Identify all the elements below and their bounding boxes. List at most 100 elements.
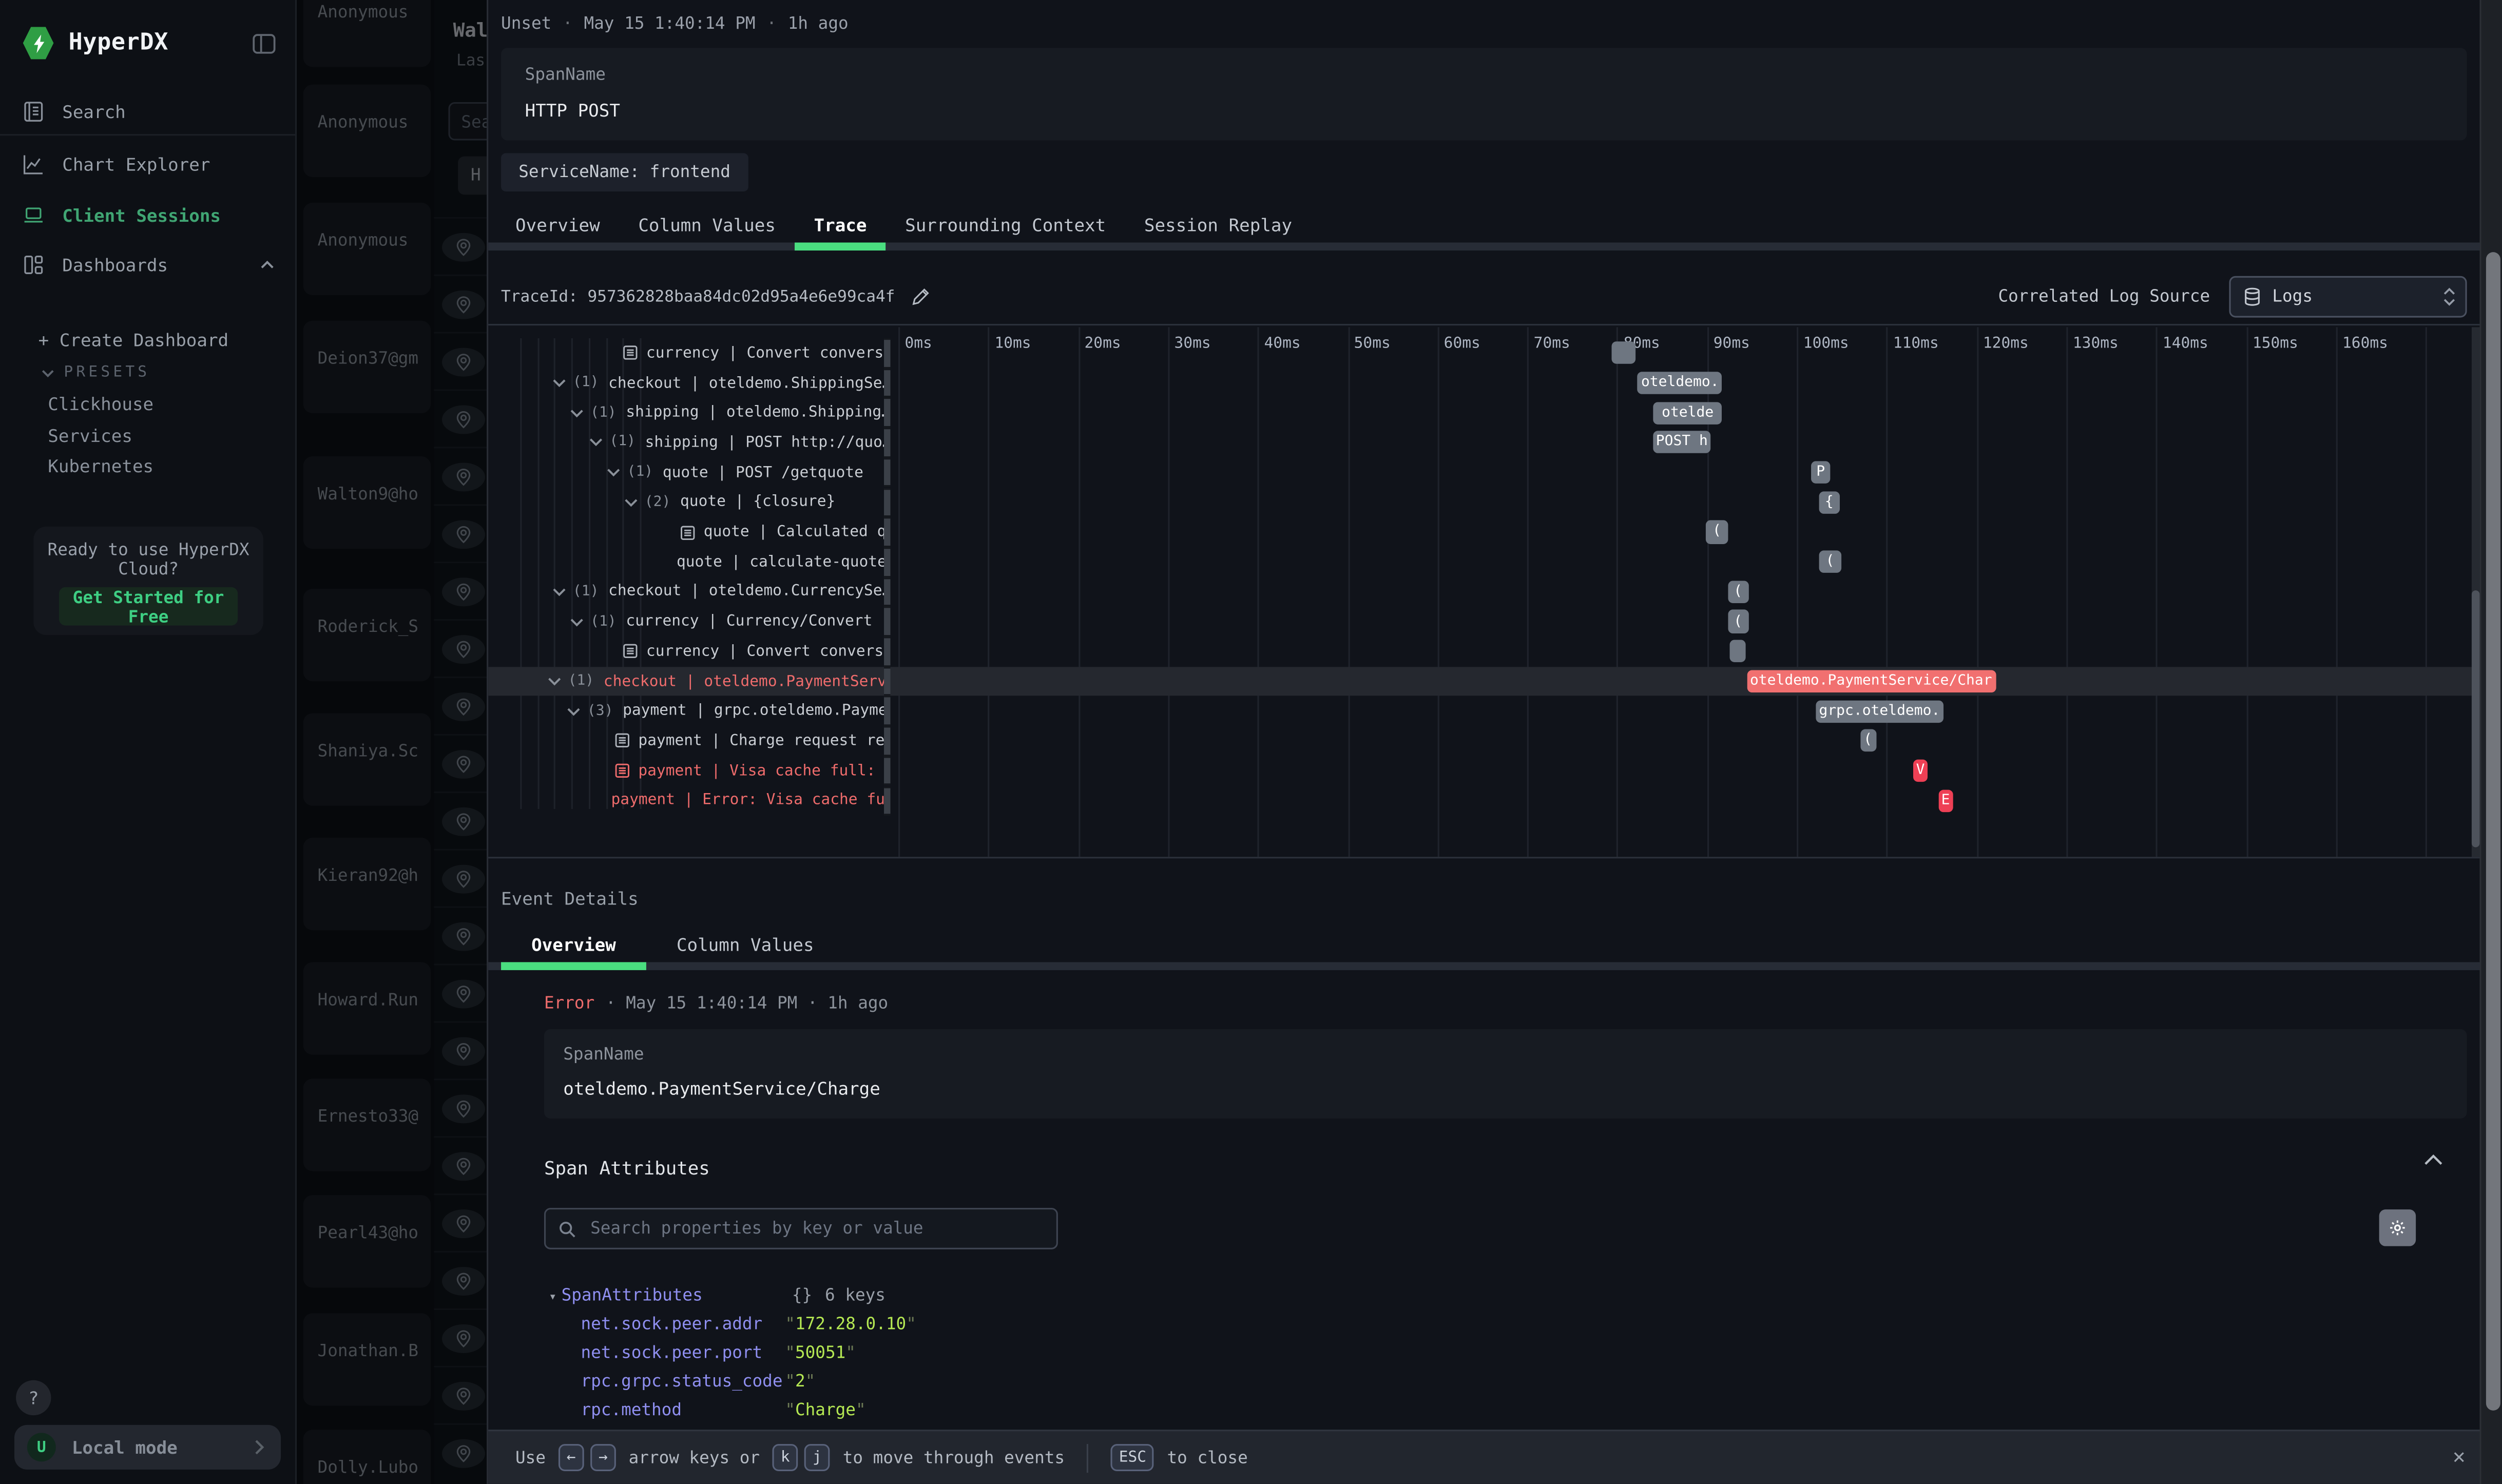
span-duration-bar[interactable]: oteldemo. — [1638, 372, 1723, 394]
span-duration-bar[interactable]: ( — [1860, 729, 1876, 752]
sidebar-item-client-sessions[interactable]: Client Sessions — [0, 193, 297, 238]
span-duration-bar[interactable]: oteldemo.PaymentService/Char — [1746, 670, 1995, 692]
span-duration-bar[interactable] — [1730, 640, 1746, 663]
sidebar-item-chart-explorer[interactable]: Chart Explorer — [0, 142, 297, 187]
gear-icon[interactable] — [2379, 1209, 2416, 1246]
presets-header[interactable]: PRESETS — [42, 364, 150, 381]
sidebar-item-dashboards[interactable]: Dashboards — [0, 242, 297, 287]
attributes-search-input[interactable] — [587, 1218, 1025, 1240]
trace-span-row[interactable]: (1)checkout | oteldemo.PaymentServi…otel… — [488, 666, 2472, 696]
trace-span-row[interactable]: quote | calculate-quote( — [488, 547, 2472, 577]
service-name-badge[interactable]: ServiceName: frontend — [501, 153, 748, 191]
trace-span-row[interactable]: payment | Error: Visa cache ful…E — [488, 786, 2472, 816]
chevron-down-icon[interactable] — [566, 706, 581, 716]
quote-mark: " — [785, 1401, 795, 1420]
scrollbar-thumb[interactable] — [2485, 252, 2499, 1411]
trace-span-row[interactable]: (1)currency | Currency/Convert ( — [488, 607, 2472, 637]
trace-span-row[interactable]: payment | Visa cache full: c…V — [488, 756, 2472, 786]
span-duration-bar[interactable]: V — [1913, 760, 1928, 782]
attribute-row[interactable]: net.sock.peer.port"50051" — [549, 1339, 1985, 1367]
trace-span-row[interactable]: currency | Convert convers… — [488, 637, 2472, 666]
span-name-card: SpanName HTTP POST — [501, 48, 2467, 140]
close-icon[interactable]: ✕ — [2453, 1446, 2465, 1470]
attribute-key[interactable]: net.sock.peer.addr — [581, 1315, 785, 1334]
correlated-log-source-label: Correlated Log Source — [1998, 287, 2210, 306]
trace-span-row[interactable]: (1)checkout | oteldemo.ShippingSe…otelde… — [488, 368, 2472, 398]
span-duration-bar[interactable]: ( — [1819, 551, 1841, 573]
span-duration-bar[interactable]: P — [1811, 461, 1831, 484]
help-button[interactable]: ? — [16, 1380, 51, 1415]
span-duration-bar[interactable]: POST h — [1653, 431, 1710, 454]
event-details-tab-overview[interactable]: Overview — [501, 930, 646, 962]
preset-item-clickhouse[interactable]: Clickhouse — [48, 394, 153, 415]
chevron-down-icon[interactable] — [570, 617, 584, 627]
tab-trace[interactable]: Trace — [795, 210, 886, 242]
get-started-button[interactable]: Get Started for Free — [59, 587, 238, 626]
trace-span-row[interactable]: (3)payment | grpc.oteldemo.Paymen…grpc.o… — [488, 696, 2472, 726]
chevron-down-icon[interactable] — [570, 408, 584, 418]
chevron-down-icon[interactable] — [552, 378, 567, 388]
tree-expand-icon[interactable]: ▾ — [549, 1288, 556, 1303]
preset-item-kubernetes[interactable]: Kubernetes — [48, 456, 153, 477]
trace-span-row[interactable]: (2)quote | {closure}{ — [488, 488, 2472, 517]
trace-span-row[interactable]: (1)checkout | oteldemo.CurrencySe…( — [488, 577, 2472, 607]
chevron-down-icon[interactable] — [547, 677, 562, 686]
attribute-row[interactable]: net.sock.peer.addr"172.28.0.10" — [549, 1310, 1985, 1339]
attribute-root-row[interactable]: ▾SpanAttributes{}6 keys — [549, 1281, 1985, 1310]
row-minimap-cell — [883, 428, 891, 457]
span-duration-bar[interactable]: E — [1938, 789, 1953, 812]
braces-icon: {} — [792, 1286, 812, 1305]
trace-span-row[interactable]: currency | Convert convers… — [488, 338, 2472, 368]
app-title: HyperDX — [69, 30, 168, 56]
local-mode-menu[interactable]: U Local mode — [14, 1425, 281, 1470]
hyperdx-logo-icon — [23, 26, 54, 61]
attribute-row[interactable]: rpc.grpc.status_code"2" — [549, 1367, 1985, 1396]
tab-column-values[interactable]: Column Values — [619, 210, 795, 242]
create-dashboard-button[interactable]: + Create Dashboard — [39, 330, 229, 351]
span-name-value: oteldemo.PaymentService/Charge — [563, 1078, 880, 1099]
chevron-down-icon[interactable] — [552, 587, 567, 597]
span-duration-bar[interactable]: ( — [1728, 581, 1748, 603]
sidebar-item-search[interactable]: Search — [0, 89, 297, 134]
tab-overview[interactable]: Overview — [496, 210, 619, 242]
attribute-key[interactable]: rpc.grpc.status_code — [581, 1372, 785, 1391]
span-duration-bar[interactable]: grpc.oteldemo. — [1816, 700, 1943, 722]
chevron-down-icon[interactable] — [624, 497, 638, 507]
span-duration-bar[interactable]: { — [1819, 491, 1839, 513]
tab-surrounding-context[interactable]: Surrounding Context — [886, 210, 1125, 242]
attribute-key[interactable]: rpc.method — [581, 1401, 785, 1420]
attribute-value[interactable]: Charge — [795, 1401, 856, 1420]
span-duration-bar[interactable]: ( — [1706, 521, 1728, 544]
error-span-name-card: SpanName oteldemo.PaymentService/Charge — [544, 1029, 2467, 1119]
trace-span-row[interactable]: payment | Charge request rec…( — [488, 726, 2472, 756]
row-minimap-cell — [883, 756, 891, 786]
log-source-select[interactable]: Logs — [2229, 276, 2467, 318]
attribute-value[interactable]: 50051 — [795, 1343, 845, 1362]
tab-session-replay[interactable]: Session Replay — [1125, 210, 1312, 242]
trace-span-row[interactable]: quote | Calculated q…( — [488, 517, 2472, 547]
collapse-sidebar-icon[interactable] — [252, 33, 276, 53]
span-duration-bar[interactable]: ( — [1728, 610, 1748, 633]
edit-trace-id-icon[interactable] — [911, 287, 930, 306]
span-duration-bar[interactable]: otelde — [1653, 401, 1722, 424]
row-minimap-cell — [883, 547, 891, 577]
span-duration-bar[interactable] — [1611, 342, 1635, 364]
collapse-section-icon[interactable] — [2424, 1153, 2443, 1166]
chevron-down-icon[interactable] — [589, 438, 603, 448]
chevron-down-icon[interactable] — [606, 468, 621, 477]
waterfall-scrollbar-thumb[interactable] — [2472, 590, 2480, 847]
chevron-up-icon — [260, 260, 275, 270]
preset-item-services[interactable]: Services — [48, 425, 132, 446]
attribute-value[interactable]: 2 — [795, 1372, 805, 1391]
attribute-row[interactable]: rpc.method"Charge" — [549, 1396, 1985, 1425]
row-minimap-cell — [883, 726, 891, 756]
esc-key: ESC — [1111, 1444, 1154, 1471]
trace-span-row[interactable]: (1)shipping | POST http://quo…POST h — [488, 428, 2472, 457]
event-details-tab-column-values[interactable]: Column Values — [646, 930, 844, 962]
trace-span-row[interactable]: (1)quote | POST /getquoteP — [488, 457, 2472, 487]
attribute-value[interactable]: 172.28.0.10 — [795, 1315, 906, 1334]
page-scrollbar[interactable] — [2479, 0, 2502, 1484]
span-tree-cell: (1)currency | Currency/Convert — [488, 607, 884, 637]
attribute-key[interactable]: net.sock.peer.port — [581, 1343, 785, 1362]
trace-span-row[interactable]: (1)shipping | oteldemo.Shipping…otelde — [488, 398, 2472, 428]
